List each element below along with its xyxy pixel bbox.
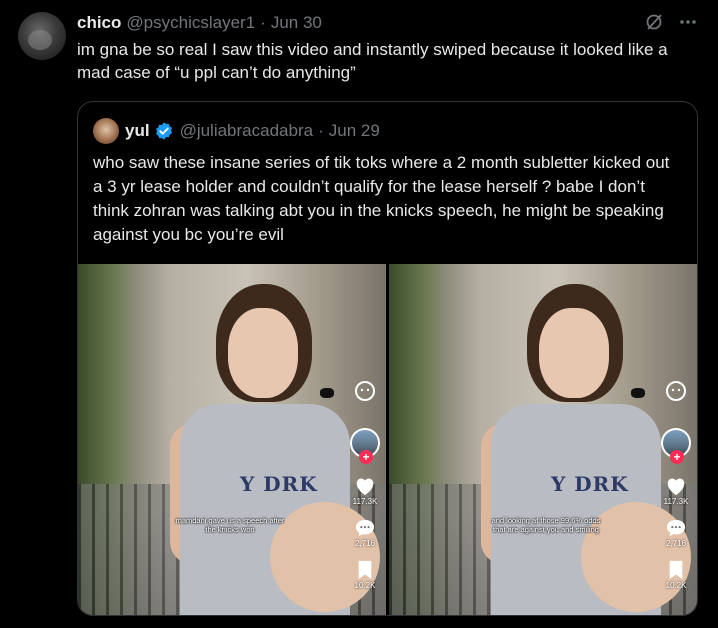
quoted-author-name[interactable]: yul <box>125 121 150 141</box>
video-caption: and looking at those 99.6% odds that are… <box>491 516 601 534</box>
quoted-tweet-date[interactable]: Jun 29 <box>329 121 380 141</box>
separator-dot: · <box>318 121 324 140</box>
save-count: 10.2K <box>354 581 376 590</box>
like-count: 117.3K <box>352 497 378 506</box>
author-handle[interactable]: @psychicslayer1 <box>126 13 255 33</box>
verified-badge-icon <box>155 122 172 140</box>
heart-icon[interactable] <box>354 476 376 496</box>
comment-count: 2,716 <box>354 539 376 548</box>
like-count: 117.3K <box>663 497 689 506</box>
comment-count: 2,716 <box>665 539 687 548</box>
save-count: 10.2K <box>665 581 687 590</box>
bookmark-icon[interactable] <box>667 560 685 580</box>
grok-icon[interactable] <box>644 12 664 32</box>
tweet-header: chico @psychicslayer1 · Jun 30 <box>77 12 322 34</box>
face-effect-icon[interactable] <box>354 380 376 402</box>
bookmark-icon[interactable] <box>356 560 374 580</box>
quoted-tweet[interactable]: yul @juliabracadabra · Jun 29 who saw th… <box>77 101 698 616</box>
creator-avatar[interactable]: + <box>350 428 380 464</box>
video-person: Y DRK <box>170 284 380 615</box>
quoted-author-avatar[interactable] <box>93 118 119 144</box>
shirt-lettering: Y DRK <box>240 472 318 496</box>
quoted-author-handle[interactable]: @juliabracadabra <box>180 121 314 141</box>
follow-plus-icon[interactable]: + <box>670 450 684 464</box>
tiktok-action-rail: + 117.3K 2,716 10.2K <box>350 380 380 590</box>
quoted-tweet-text: who saw these insane series of tik toks … <box>93 153 670 244</box>
quoted-tweet-header: yul @juliabracadabra · Jun 29 <box>93 118 380 144</box>
comment-icon[interactable] <box>665 518 687 538</box>
more-icon[interactable] <box>678 12 698 32</box>
tiktok-action-rail: + 117.3K 2,716 10.2K <box>661 380 691 590</box>
tweet-text: im gna be so real I saw this video and i… <box>77 40 668 82</box>
video-person: Y DRK <box>481 284 691 615</box>
separator-dot: · <box>260 13 266 32</box>
tweet-date[interactable]: Jun 30 <box>271 13 322 33</box>
media-grid: Y DRK mamdani gave us a speech after the… <box>78 264 697 615</box>
follow-plus-icon[interactable]: + <box>359 450 373 464</box>
face-effect-icon[interactable] <box>665 380 687 402</box>
author-avatar[interactable] <box>18 12 66 60</box>
shirt-lettering: Y DRK <box>551 472 629 496</box>
author-name[interactable]: chico <box>77 13 121 33</box>
video-thumbnail[interactable]: Y DRK and looking at those 99.6% odds th… <box>389 264 697 615</box>
comment-icon[interactable] <box>354 518 376 538</box>
heart-icon[interactable] <box>665 476 687 496</box>
video-caption: mamdani gave us a speech after the knick… <box>175 516 285 534</box>
creator-avatar[interactable]: + <box>661 428 691 464</box>
video-thumbnail[interactable]: Y DRK mamdani gave us a speech after the… <box>78 264 386 615</box>
tweet-actions-top <box>644 12 698 32</box>
